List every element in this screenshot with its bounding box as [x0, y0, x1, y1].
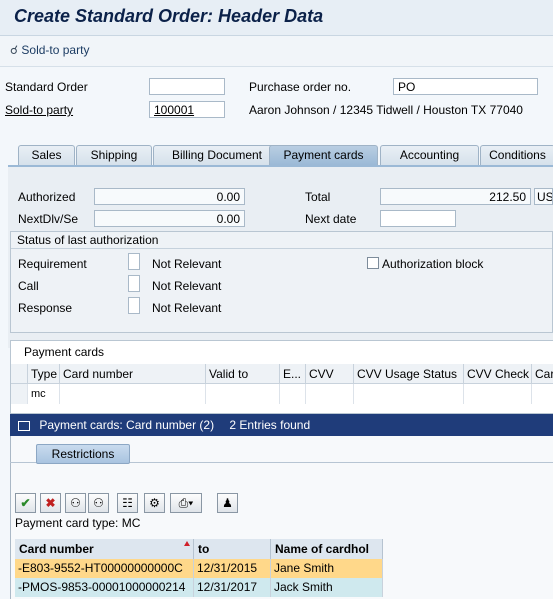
sort-icon[interactable]: ☷: [117, 493, 138, 513]
authorized-label: Authorized: [18, 190, 76, 204]
sold-to-party-button-label: Sold-to party: [21, 43, 90, 57]
next-date-label: Next date: [305, 212, 357, 226]
entries-found: 2 Entries found: [229, 418, 311, 432]
group-title: Status of last authorization: [11, 232, 552, 249]
result-col-card-number[interactable]: Card number: [15, 539, 194, 559]
next-delivery-field: 0.00: [94, 210, 245, 227]
result-row-2-name[interactable]: Jack Smith: [271, 578, 383, 597]
col-card[interactable]: Card: [532, 364, 553, 384]
result-row-1-name[interactable]: Jane Smith: [271, 559, 383, 578]
requirement-label: Requirement: [18, 257, 87, 271]
window-title: Create Standard Order: Header Data: [14, 6, 324, 26]
result-col-to[interactable]: to: [194, 539, 271, 559]
tab-restrictions[interactable]: Restrictions: [36, 444, 130, 464]
standard-order-field[interactable]: [149, 78, 225, 95]
next-delivery-label: NextDlv/Se: [18, 212, 79, 226]
find-next-icon[interactable]: ⚇: [88, 493, 109, 513]
requirement-indicator: [128, 253, 140, 270]
response-label: Response: [18, 301, 73, 315]
result-row-2-to[interactable]: 12/31/2017: [194, 578, 271, 597]
next-date-field[interactable]: [380, 210, 456, 227]
col-card-number[interactable]: Card number: [60, 364, 206, 384]
authorization-block-label: Authorization block: [382, 257, 484, 271]
tab-shipping[interactable]: Shipping: [76, 145, 152, 165]
purchase-order-label: Purchase order no.: [249, 80, 352, 94]
application-toolbar: ☌ Sold-to party: [0, 36, 553, 67]
cell-type[interactable]: mc: [28, 384, 60, 404]
information-icon[interactable]: ⚙: [144, 493, 165, 513]
cancel-icon[interactable]: ✖: [40, 493, 61, 513]
tab-billing-document[interactable]: Billing Document: [153, 145, 281, 165]
cell-valid-to[interactable]: [206, 384, 280, 404]
col-e[interactable]: E...: [280, 364, 306, 384]
tab-conditions[interactable]: Conditions: [480, 145, 553, 165]
standard-order-label: Standard Order: [5, 80, 88, 94]
sold-to-party-button[interactable]: ☌ Sold-to party: [10, 43, 89, 57]
col-cvv-usage-status[interactable]: CVV Usage Status: [354, 364, 464, 384]
cell-e[interactable]: [280, 384, 306, 404]
cell-cvv-usage-status[interactable]: [354, 384, 464, 404]
status-of-last-authorization-group: Status of last authorization: [10, 231, 553, 333]
result-row-1-to[interactable]: 12/31/2015: [194, 559, 271, 578]
sold-to-party-field[interactable]: 100001: [149, 101, 225, 118]
print-icon[interactable]: ⎙▾: [170, 493, 202, 513]
purchase-order-field[interactable]: PO: [393, 78, 538, 95]
title-bar: Create Standard Order: Header Data: [0, 0, 553, 36]
sold-to-party-description: Aaron Johnson / 12345 Tidwell / Houston …: [249, 103, 523, 117]
table-caption: Payment cards: [24, 345, 105, 359]
response-indicator: [128, 297, 140, 314]
eyeglasses-icon: ☌: [10, 43, 19, 57]
result-row-1-card[interactable]: -E803-9552-HT00000000000C: [15, 559, 194, 578]
cell-cvv-check[interactable]: [464, 384, 532, 404]
currency-field: USD: [534, 188, 553, 205]
call-indicator: [128, 275, 140, 292]
sort-ascending-icon: [184, 541, 190, 546]
personal-list-icon[interactable]: ♟: [217, 493, 238, 513]
payment-card-type-line: Payment card type: MC: [15, 516, 141, 530]
tab-sales[interactable]: Sales: [18, 145, 75, 165]
total-field: 212.50: [380, 188, 531, 205]
total-label: Total: [305, 190, 331, 204]
row-selector[interactable]: [11, 384, 28, 404]
authorized-field: 0.00: [94, 188, 245, 205]
row-selector-header[interactable]: [11, 364, 28, 384]
search-help-title: Payment cards: Card number (2): [39, 418, 215, 432]
checkmark-icon[interactable]: ✔: [15, 493, 36, 513]
header-tabstrip: Sales Shipping Billing Document Payment …: [14, 145, 553, 165]
call-value: Not Relevant: [152, 279, 222, 293]
search-help-title-bar: Payment cards: Card number (2) 2 Entries…: [10, 414, 553, 436]
response-value: Not Relevant: [152, 301, 222, 315]
requirement-value: Not Relevant: [152, 257, 222, 271]
tab-accounting[interactable]: Accounting: [380, 145, 479, 165]
find-icon[interactable]: ⚇: [65, 493, 86, 513]
cell-cvv[interactable]: [306, 384, 354, 404]
col-cvv[interactable]: CVV: [306, 364, 354, 384]
col-type[interactable]: Type: [28, 364, 60, 384]
sold-to-party-label[interactable]: Sold-to party: [5, 103, 73, 117]
search-help-icon: [18, 420, 30, 431]
result-col-name[interactable]: Name of cardhol: [271, 539, 383, 559]
cell-card-number[interactable]: [60, 384, 206, 404]
col-cvv-check[interactable]: CVV Check: [464, 364, 532, 384]
result-row-2-card[interactable]: -PMOS-9853-00001000000214: [15, 578, 194, 597]
call-label: Call: [18, 279, 39, 293]
authorization-block-checkbox[interactable]: [367, 257, 379, 269]
col-valid-to[interactable]: Valid to: [206, 364, 280, 384]
tab-payment-cards[interactable]: Payment cards: [269, 145, 378, 165]
payment-cards-table: Payment cards Type Card number Valid to …: [10, 340, 553, 414]
